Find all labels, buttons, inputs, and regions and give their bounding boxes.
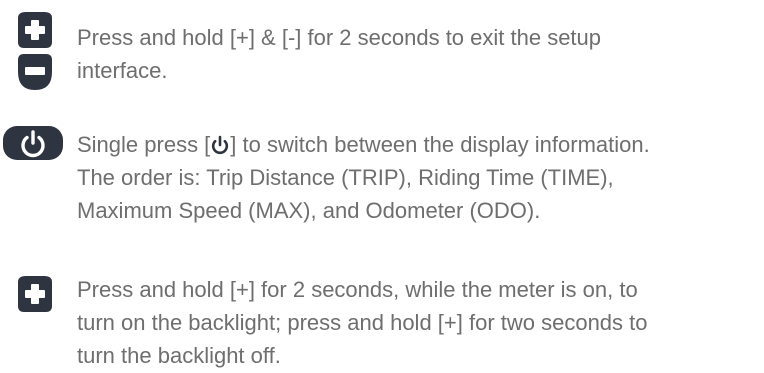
- instruction-exit-setup-text: Press and hold [+] & [-] for 2 seconds t…: [77, 25, 602, 83]
- instruction-switch-display-text-before: Single press [: [77, 132, 211, 157]
- power-symbol-icon: [212, 135, 229, 155]
- power-button-icon: [3, 126, 63, 160]
- plus-minus-button-icons: [18, 12, 52, 90]
- plus-button-icon: [18, 276, 52, 312]
- instruction-backlight-text: Press and hold [+] for 2 seconds, while …: [77, 277, 648, 368]
- instruction-switch-display-text: Single press [] to switch between the di…: [77, 128, 762, 227]
